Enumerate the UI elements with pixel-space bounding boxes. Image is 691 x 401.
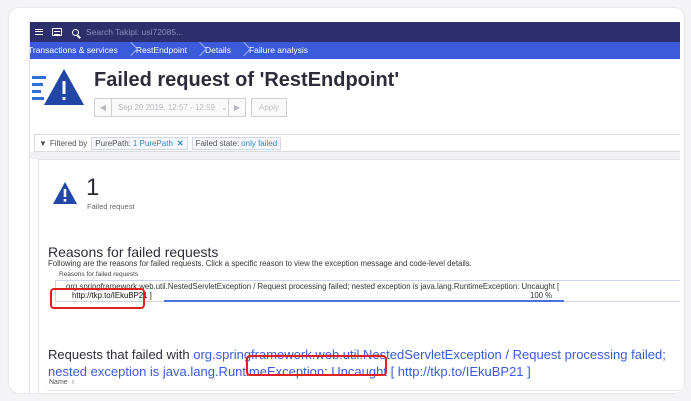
page-title: Failed request of 'RestEndpoint': [94, 69, 400, 91]
breadcrumb-failure-analysis[interactable]: Failure analysis: [245, 42, 314, 59]
failed-request-count: 1: [86, 174, 100, 201]
chip-value: 1 PurePath: [132, 138, 173, 148]
timeframe-dropdown[interactable]: Sep 20 2019, 12:57 - 12:59 ⌄: [112, 98, 228, 117]
table-divider: [47, 390, 680, 391]
reason-row[interactable]: org.springframework.web.util.NestedServl…: [55, 280, 680, 302]
search-input[interactable]: Search Takipi: usi72085...: [86, 27, 183, 37]
filter-chip-purepath[interactable]: PurePath: 1 PurePath ✕: [91, 136, 188, 150]
dynatrace-window: Search Takipi: usi72085... Transactions …: [29, 22, 680, 393]
breadcrumb: Transactions & services RestEndpoint Det…: [30, 42, 680, 59]
chevron-left-icon: ◀: [99, 103, 107, 112]
menu-icon[interactable]: [30, 22, 48, 42]
screenshot-card: Search Takipi: usi72085... Transactions …: [9, 8, 684, 393]
next-timeframe-button[interactable]: ▶: [228, 98, 246, 117]
warning-icon: [53, 182, 77, 204]
requests-title-prefix: Requests that failed with: [48, 347, 194, 362]
chip-key: PurePath:: [95, 138, 131, 148]
chip-value: only failed: [241, 138, 278, 148]
apply-button[interactable]: Apply: [251, 98, 287, 117]
remove-filter-icon[interactable]: ✕: [177, 138, 184, 149]
reason-percent: 100 %: [530, 291, 553, 300]
chip-key: Failed state:: [195, 138, 240, 148]
previous-timeframe-button[interactable]: ◀: [94, 98, 112, 117]
page-header: Failed request of 'RestEndpoint' ◀ Sep 2…: [30, 59, 680, 131]
breadcrumb-restendpoint[interactable]: RestEndpoint: [132, 42, 193, 59]
breadcrumb-details[interactable]: Details: [201, 42, 237, 59]
failure-alert-icon: [32, 69, 84, 105]
filter-label: Filtered by: [49, 138, 88, 148]
highlight-box: [50, 288, 145, 309]
timeframe-selector: ◀ Sep 20 2019, 12:57 - 12:59 ⌄ ▶ Apply: [94, 98, 287, 117]
reasons-table-label: Reasons for failed requests: [59, 271, 139, 278]
section-divider: [30, 152, 680, 159]
requests-url-link[interactable]: [ http://tkp.to/IEkuBP21 ]: [391, 364, 531, 379]
column-header-label: Name: [49, 379, 68, 386]
timeframe-value: Sep 20 2019, 12:57 - 12:59: [118, 103, 215, 112]
search-icon[interactable]: [66, 22, 84, 42]
sort-icon[interactable]: ⇕: [71, 379, 76, 386]
top-navigation-bar: Search Takipi: usi72085...: [30, 22, 680, 42]
chevron-right-icon: ▶: [233, 103, 241, 112]
filter-bar: ▼ Filtered by PurePath: 1 PurePath ✕ Fai…: [34, 134, 680, 152]
reason-share-bar: [164, 300, 564, 302]
filter-chip-failed-state[interactable]: Failed state: only failed: [191, 136, 282, 150]
failed-request-label: Failed request: [87, 202, 135, 211]
reason-share-bar-fill: [164, 300, 564, 302]
column-header-name[interactable]: Name ⇕: [49, 379, 76, 386]
breadcrumb-transactions-services[interactable]: Transactions & services: [30, 42, 124, 59]
failure-analysis-panel: 1 Failed request Reasons for failed requ…: [38, 159, 680, 393]
highlight-box: [246, 355, 387, 376]
reasons-title: Reasons for failed requests: [48, 244, 219, 260]
reasons-description: Following are the reasons for failed req…: [48, 259, 472, 268]
filter-icon: ▼: [39, 138, 47, 148]
dashboard-icon[interactable]: [48, 22, 66, 42]
chevron-down-icon: ⌄: [220, 103, 228, 112]
